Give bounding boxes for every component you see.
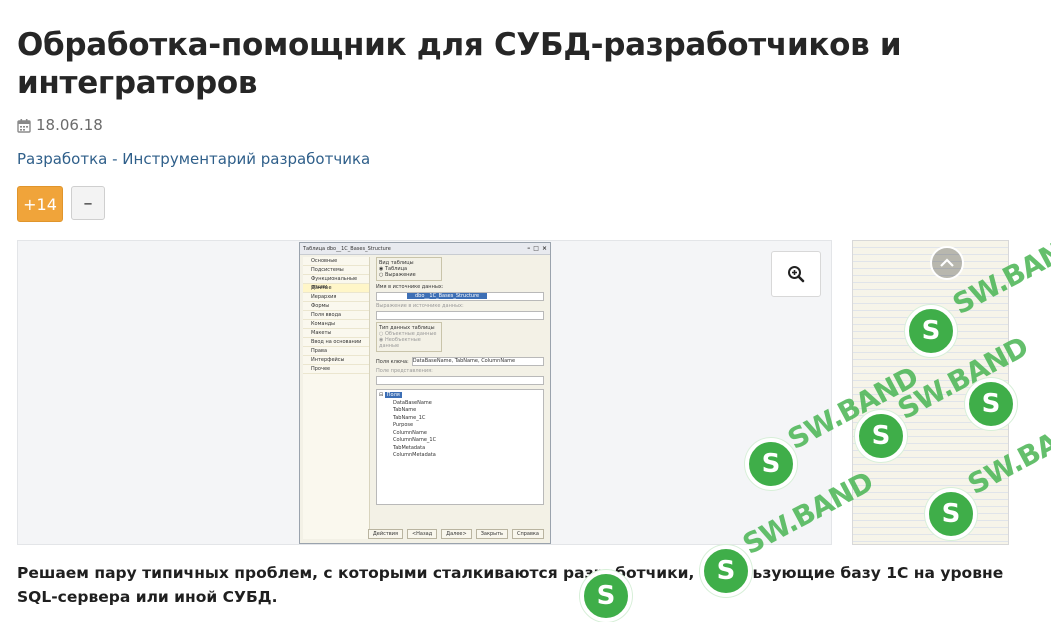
sidebar-item: Права	[303, 347, 369, 356]
thumbnail-image	[853, 241, 1008, 544]
sidebar-item: Данные	[303, 284, 369, 293]
field-value: DataBaseName, TabName, ColumnName	[412, 358, 516, 364]
screenshot-button: Действия	[367, 529, 403, 539]
key-fields-field: DataBaseName, TabName, ColumnName	[411, 357, 544, 366]
key-fields-row: Поля ключа: DataBaseName, TabName, Colum…	[376, 355, 544, 368]
thumbnails-up-button[interactable]	[930, 246, 964, 280]
sidebar-item: Интерфейсы	[303, 356, 369, 365]
sidebar-item: Поля ввода	[303, 311, 369, 320]
screenshot-image: Таблица dbo__1C_Bases_Structure – □ × Ос…	[299, 242, 551, 544]
view-field	[376, 376, 544, 385]
tree-item: ColumnMetadata	[393, 452, 436, 458]
data-type-group: Тип данных таблицы ○ Объектные данные ◉ …	[376, 322, 442, 352]
tree-item: DataBaseName	[393, 399, 432, 406]
sidebar-item: Подсистемы	[303, 266, 369, 275]
source-name-field: dbo__1C_Bases_Structure	[376, 292, 544, 301]
field-label: Поле представления:	[376, 368, 433, 374]
breadcrumb-link[interactable]: Разработка - Инструментарий разработчика	[17, 150, 370, 168]
tree-root: ⊟ Поля	[379, 392, 402, 398]
article-description: Решаем пару типичных проблем, с которыми…	[17, 564, 1004, 606]
minimize-icon: –	[527, 245, 531, 252]
screenshot-button: Закрыть	[475, 529, 508, 539]
date-text: 18.06.18	[36, 116, 103, 134]
screenshot-button: <Назад	[406, 529, 438, 539]
page-title: Обработка-помощник для СУБД-разработчико…	[17, 27, 902, 101]
sidebar-item: Основные	[303, 257, 369, 266]
publish-date: 18.06.18	[17, 116, 103, 134]
expression-field	[376, 311, 544, 320]
sidebar-item: Формы	[303, 302, 369, 311]
screenshot-titlebar: Таблица dbo__1C_Bases_Structure – □ ×	[300, 243, 550, 255]
screenshot-buttons: Действия <Назад Далее> Закрыть Справка	[367, 529, 544, 539]
maximize-icon: □	[533, 245, 539, 252]
tree-item: TabMetadata	[393, 444, 426, 451]
tree-item: ColumnName	[393, 429, 427, 436]
zoom-in-icon	[788, 266, 805, 283]
screenshot-window-title: Таблица dbo__1C_Bases_Structure	[303, 245, 391, 252]
tree-item: TabName	[393, 407, 417, 413]
radio-option: ○ Выражение	[379, 272, 416, 278]
zoom-button[interactable]	[771, 251, 821, 297]
sidebar-item: Иерархия	[303, 293, 369, 302]
field-label: Выражение в источнике данных:	[376, 303, 464, 309]
field-label: Поля ключа:	[376, 358, 409, 365]
fields-tree: ⊟ Поля DataBaseName TabName TabName_1C P…	[376, 389, 544, 505]
rating: +14 –	[17, 186, 105, 222]
radio-label: Необъектные данные	[379, 337, 421, 349]
tree-item: TabName_1C	[393, 414, 426, 421]
window-controls: – □ ×	[527, 245, 547, 252]
tree-item: ColumnName_1C	[393, 437, 437, 443]
sidebar-item: Прочее	[303, 365, 369, 374]
radio-option: ◉ Необъектные данные	[379, 337, 421, 349]
vote-up-button[interactable]: +14	[17, 186, 63, 222]
radio-label: Выражение	[384, 272, 416, 278]
main-image-viewer[interactable]: Таблица dbo__1C_Bases_Structure – □ × Ос…	[17, 240, 832, 545]
close-icon: ×	[541, 245, 547, 252]
breadcrumb: Разработка - Инструментарий разработчика	[17, 150, 370, 168]
screenshot-sidebar: Основные Подсистемы Функциональные опции…	[303, 257, 370, 539]
field-value: dbo__1C_Bases_Structure	[407, 293, 488, 299]
sidebar-item: Ввод на основании	[303, 338, 369, 347]
calendar-icon	[17, 118, 31, 133]
sidebar-item: Макеты	[303, 329, 369, 338]
tree-root-label: Поля	[384, 392, 402, 398]
chevron-up-icon	[940, 258, 954, 267]
gallery-thumbnail[interactable]	[852, 240, 1009, 545]
tree-item: Purpose	[393, 422, 414, 428]
sidebar-item: Команды	[303, 320, 369, 329]
screenshot-form: Вид таблицы ◉ Таблица ○ Выражение Имя в …	[376, 257, 544, 539]
sidebar-item: Функциональные опции	[303, 275, 369, 290]
vote-down-button[interactable]: –	[71, 186, 105, 220]
screenshot-button: Справка	[511, 529, 544, 539]
field-label: Имя в источнике данных:	[376, 284, 444, 290]
table-type-group: Вид таблицы ◉ Таблица ○ Выражение	[376, 257, 442, 281]
screenshot-button: Далее>	[441, 529, 472, 539]
